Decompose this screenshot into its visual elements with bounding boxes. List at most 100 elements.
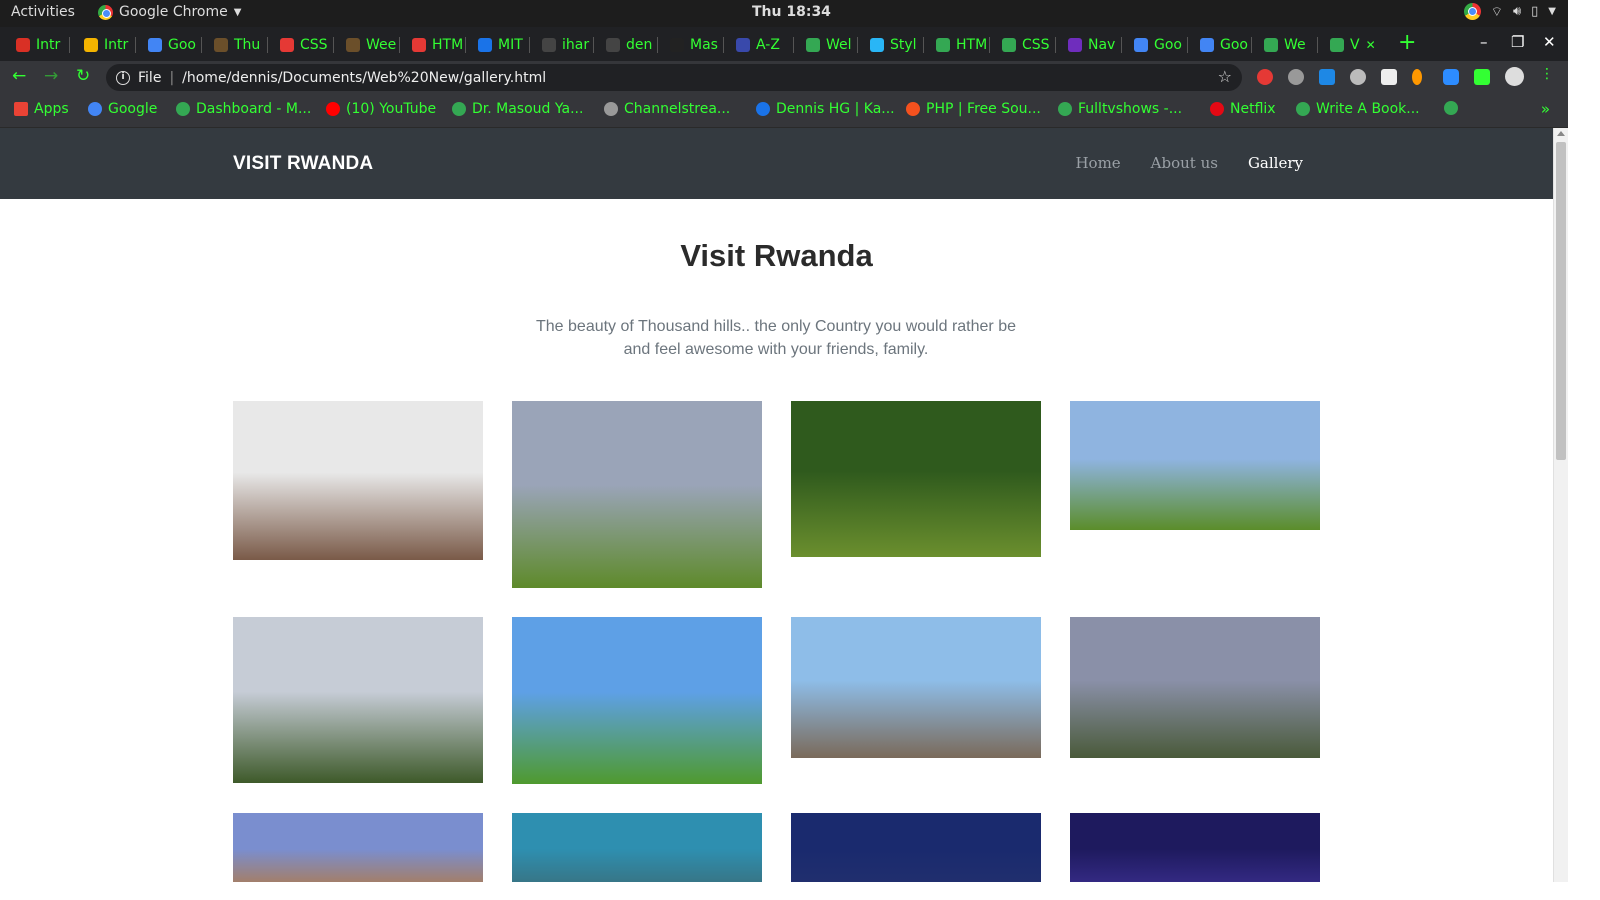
- photo-lake-kivu-huts[interactable]: [233, 617, 483, 783]
- browser-tab[interactable]: Wel: [798, 31, 858, 59]
- bookmark-label: Apps: [34, 101, 69, 117]
- info-icon[interactable]: i: [116, 70, 130, 85]
- bookmark-item[interactable]: PHP | Free Sou...: [906, 101, 1041, 117]
- extension-orange-icon[interactable]: [1412, 69, 1422, 85]
- tab-favicon-icon: [670, 38, 684, 52]
- maximize-button[interactable]: ❐: [1511, 33, 1524, 51]
- bookmark-apps[interactable]: Apps: [14, 101, 69, 117]
- url-text[interactable]: /home/dennis/Documents/Web%20New/gallery…: [182, 70, 546, 86]
- bookmark-label: Dr. Masoud Ya...: [472, 101, 584, 117]
- browser-tab[interactable]: Wee: [338, 31, 400, 59]
- back-button[interactable]: ←: [12, 66, 26, 86]
- photo-volcano-farmland[interactable]: [512, 401, 762, 588]
- extension-iq-icon[interactable]: [1319, 69, 1335, 85]
- browser-tab[interactable]: Goo: [1192, 31, 1252, 59]
- photo-street-gardener[interactable]: [512, 617, 762, 784]
- bookmarks-overflow-button[interactable]: »: [1541, 100, 1550, 118]
- forward-button[interactable]: →: [44, 66, 58, 86]
- new-tab-button[interactable]: +: [1398, 30, 1416, 55]
- bookmark-label: Channelstrea...: [624, 101, 731, 117]
- system-clock[interactable]: Thu 18:34: [752, 4, 831, 20]
- browser-tab[interactable]: Goo: [140, 31, 202, 59]
- browser-tab[interactable]: We: [1256, 31, 1318, 59]
- page-scrollbar[interactable]: [1553, 128, 1568, 882]
- site-navbar: VISIT RWANDA Home About us Gallery: [0, 128, 1553, 199]
- tab-separator: [529, 37, 530, 53]
- bookmark-item[interactable]: Netflix: [1210, 101, 1276, 117]
- minimize-button[interactable]: –: [1480, 33, 1488, 51]
- bookmark-favicon-icon: [1058, 102, 1072, 116]
- bookmark-item[interactable]: [1444, 101, 1458, 115]
- activities-button[interactable]: Activities: [11, 4, 75, 20]
- tab-separator: [657, 37, 658, 53]
- browser-tab[interactable]: Mas: [662, 31, 724, 59]
- browser-tab[interactable]: HTM: [404, 31, 466, 59]
- photo-intore-dancers[interactable]: [1070, 401, 1320, 530]
- photo-city-panorama[interactable]: [512, 813, 762, 882]
- bookmarks-bar: » Apps Google Dashboard - M... (10) YouTube…: [0, 94, 1568, 128]
- tab-favicon-icon: [1134, 38, 1148, 52]
- bookmark-item[interactable]: Channelstrea...: [604, 101, 730, 117]
- bookmark-item[interactable]: Dr. Masoud Ya...: [452, 101, 583, 117]
- bookmark-favicon-icon: [176, 102, 190, 116]
- bookmark-item[interactable]: Google: [88, 101, 157, 117]
- bookmark-item[interactable]: Dashboard - M...: [176, 101, 311, 117]
- tab-label: Styl: [890, 37, 917, 53]
- browser-tab[interactable]: Styl: [862, 31, 924, 59]
- browser-tab[interactable]: V ✕: [1322, 31, 1394, 59]
- tab-label: V: [1350, 37, 1360, 53]
- browser-tab[interactable]: Goo: [1126, 31, 1188, 59]
- tab-close-icon[interactable]: ✕: [1366, 38, 1376, 52]
- extension-zoom-icon[interactable]: [1443, 69, 1459, 85]
- site-brand[interactable]: VISIT RWANDA: [233, 153, 373, 175]
- browser-tab[interactable]: Intr: [8, 31, 70, 59]
- photo-kigali-city-aerial[interactable]: [1070, 617, 1320, 758]
- nav-link-home[interactable]: Home: [1075, 154, 1120, 172]
- bookmark-item[interactable]: Fulltvshows -...: [1058, 101, 1182, 117]
- bookmark-item[interactable]: (10) YouTube: [326, 101, 436, 117]
- nav-link-gallery[interactable]: Gallery: [1248, 154, 1303, 172]
- tab-separator: [399, 37, 400, 53]
- address-bar[interactable]: i File | /home/dennis/Documents/Web%20Ne…: [106, 64, 1242, 91]
- photo-night-sky[interactable]: [791, 813, 1041, 882]
- photo-dome-night[interactable]: [1070, 813, 1320, 882]
- tab-separator: [69, 37, 70, 53]
- bookmark-favicon-icon: [1444, 101, 1458, 115]
- extension-grey-icon[interactable]: [1350, 69, 1366, 85]
- browser-tab[interactable]: CSS: [272, 31, 334, 59]
- photo-kigali-skyline[interactable]: [791, 617, 1041, 758]
- browser-tab[interactable]: Thu: [206, 31, 268, 59]
- tab-separator: [1187, 37, 1188, 53]
- tab-label: HTM: [956, 37, 988, 53]
- system-tray[interactable]: ⌔ 🔊︎ ▯ ▼: [1463, 3, 1556, 20]
- profile-avatar[interactable]: [1505, 67, 1524, 86]
- tab-favicon-icon: [1002, 38, 1016, 52]
- browser-tab[interactable]: den: [598, 31, 658, 59]
- extension-red-icon[interactable]: [1257, 69, 1273, 85]
- browser-tab[interactable]: HTM: [928, 31, 990, 59]
- bookmark-item[interactable]: Dennis HG | Ka...: [756, 101, 895, 117]
- browser-tab[interactable]: A-Z: [728, 31, 794, 59]
- browser-tab[interactable]: ihar: [534, 31, 594, 59]
- close-window-button[interactable]: ✕: [1543, 33, 1556, 51]
- browser-tab[interactable]: MIT: [470, 31, 530, 59]
- photo-gorilla-forest[interactable]: [791, 401, 1041, 557]
- scrollbar-thumb[interactable]: [1556, 142, 1566, 460]
- photo-visit-rwanda-signs[interactable]: [233, 401, 483, 560]
- bookmark-label: Netflix: [1230, 101, 1276, 117]
- photo-convention-centre[interactable]: [233, 813, 483, 882]
- extensions-puzzle-icon[interactable]: [1474, 69, 1490, 85]
- nav-link-about[interactable]: About us: [1151, 154, 1218, 172]
- tab-label: Intr: [36, 37, 61, 53]
- scroll-up-arrow[interactable]: [1557, 131, 1565, 136]
- app-menu[interactable]: Google Chrome ▼: [98, 4, 241, 20]
- bookmark-star-icon[interactable]: ☆: [1218, 67, 1232, 86]
- browser-tab[interactable]: CSS: [994, 31, 1056, 59]
- bookmark-item[interactable]: Write A Book...: [1296, 101, 1420, 117]
- browser-tab[interactable]: Nav: [1060, 31, 1122, 59]
- menu-dots-icon[interactable]: ⋮: [1540, 66, 1556, 82]
- reload-button[interactable]: ↻: [76, 66, 90, 86]
- extension-cube-icon[interactable]: [1381, 69, 1397, 85]
- browser-tab[interactable]: Intr: [76, 31, 136, 59]
- extension-gear-icon[interactable]: [1288, 69, 1304, 85]
